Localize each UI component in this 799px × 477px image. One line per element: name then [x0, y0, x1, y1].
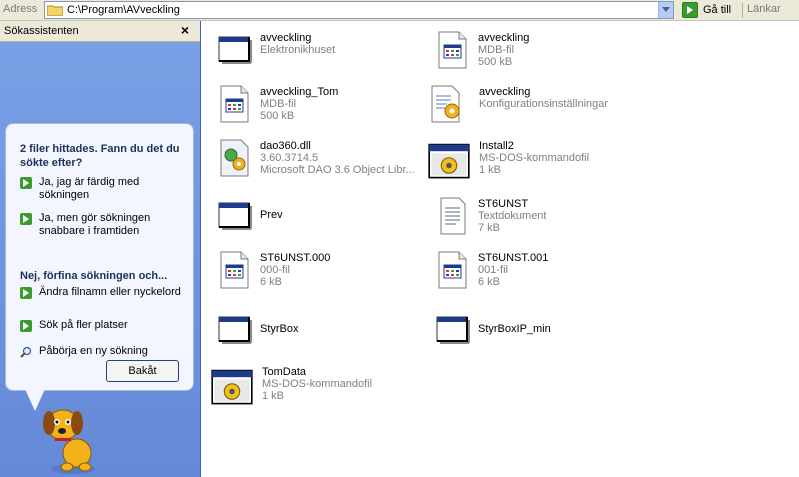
file-detail: 6 kB	[260, 276, 283, 288]
folder-icon	[47, 5, 63, 16]
file-type: MDB-fil	[260, 98, 297, 110]
batch-file-icon	[208, 364, 256, 408]
file-name: Install2	[479, 140, 514, 152]
option-faster[interactable]: Ja, men gör sökningen snabbare i framtid…	[20, 212, 185, 240]
option-label: Påbörja en ny sökning	[39, 345, 148, 357]
file-item[interactable]: StyrBox	[214, 310, 419, 358]
option-label: Sök på fler platser	[39, 319, 128, 331]
chevron-down-icon	[662, 7, 670, 12]
file-name: ST6UNST.001	[478, 252, 549, 264]
address-path: C:\Program\AVveckling	[67, 4, 180, 16]
address-bar: Adress C:\Program\AVveckling Gå till Län…	[0, 0, 799, 21]
file-name: StyrBoxIP_min	[478, 323, 551, 335]
file-detail: Microsoft DAO 3.6 Object Libr...	[260, 164, 415, 176]
option-new-search[interactable]: Påbörja en ny sökning	[20, 345, 185, 359]
file-type: 001-fil	[478, 264, 508, 276]
file-name: avveckling_Tom	[260, 86, 339, 98]
file-detail: 500 kB	[478, 56, 513, 68]
address-input[interactable]: C:\Program\AVveckling	[44, 1, 674, 19]
file-type: MDB-fil	[478, 44, 515, 56]
option-finished[interactable]: Ja, jag är färdig med sökningen	[20, 176, 185, 204]
text-file-icon	[432, 196, 472, 236]
file-name: avveckling	[478, 32, 530, 44]
file-detail: 7 kB	[478, 222, 501, 234]
generic-file-icon	[214, 250, 254, 290]
batch-file-icon	[425, 138, 473, 182]
file-type: Konfigurationsinställningar	[479, 98, 609, 110]
shortcut-window-icon	[214, 310, 254, 350]
generic-file-icon	[432, 250, 472, 290]
green-arrow-icon	[20, 287, 32, 299]
file-name: StyrBox	[260, 323, 299, 335]
mdb-file-icon	[432, 30, 472, 70]
file-type: MS-DOS-kommandofil	[479, 152, 590, 164]
option-label: Ja, jag är färdig med sökningen	[39, 176, 140, 201]
file-detail: 6 kB	[478, 276, 501, 288]
file-detail: 1 kB	[479, 164, 502, 176]
file-type: 000-fil	[260, 264, 290, 276]
file-item[interactable]: avveckling_Tom MDB-fil 500 kB	[214, 84, 419, 132]
magnifier-icon	[20, 346, 32, 358]
config-file-icon	[425, 84, 465, 124]
address-dropdown-button[interactable]	[658, 2, 673, 18]
file-name: ST6UNST.000	[260, 252, 331, 264]
file-item[interactable]: dao360.dll 3.60.3714.5 Microsoft DAO 3.6 O…	[214, 138, 419, 186]
toolbar-separator	[742, 3, 743, 18]
file-type: MS-DOS-kommandofil	[262, 378, 373, 390]
shortcut-window-icon	[214, 30, 254, 70]
file-name: avveckling	[260, 32, 312, 44]
go-arrow-icon	[682, 2, 698, 18]
file-item[interactable]: ST6UNST.000 000-fil 6 kB	[214, 250, 419, 298]
mdb-file-icon	[214, 84, 254, 124]
option-change-filename-row[interactable]: Ändra filnamn eller nyckelord	[20, 286, 185, 314]
file-item[interactable]: avveckling MDB-fil 500 kB	[432, 30, 637, 78]
goto-button[interactable]: Gå till	[681, 1, 739, 19]
file-item[interactable]: avveckling Konfigurationsinställningar	[425, 84, 630, 132]
file-item[interactable]: StyrBoxIP_min	[432, 310, 637, 358]
goto-label: Gå till	[703, 4, 732, 16]
file-type: 3.60.3714.5	[260, 152, 319, 164]
file-name: dao360.dll	[260, 140, 311, 152]
file-type: Textdokument	[478, 210, 547, 222]
back-button[interactable]: Bakåt	[106, 360, 179, 382]
search-dog-icon[interactable]	[33, 401, 113, 477]
close-icon[interactable]: ×	[178, 22, 192, 38]
file-type: Elektronikhuset	[260, 44, 336, 56]
shortcut-window-icon	[432, 310, 472, 350]
file-item[interactable]: Prev	[214, 196, 419, 244]
file-item[interactable]: ST6UNST Textdokument 7 kB	[432, 196, 637, 244]
option-more-places[interactable]: Sök på fler platser	[20, 319, 185, 333]
green-arrow-icon	[20, 177, 32, 189]
file-name: ST6UNST	[478, 198, 529, 210]
green-arrow-icon	[20, 320, 32, 332]
file-name: Prev	[260, 209, 283, 221]
file-detail: 500 kB	[260, 110, 295, 122]
file-detail: 1 kB	[262, 390, 285, 402]
option-label: Ja, men gör sökningen snabbare i framtid…	[39, 212, 151, 237]
option-label: Ändra filnamn eller nyckelord	[39, 286, 181, 298]
dll-file-icon	[214, 138, 254, 178]
file-item[interactable]: ST6UNST.001 001-fil 6 kB	[432, 250, 637, 298]
result-question: 2 filer hittades. Fann du det du sökte e…	[20, 143, 180, 169]
file-name: avveckling	[479, 86, 531, 98]
file-item[interactable]: avveckling Elektronikhuset	[214, 30, 419, 78]
file-name: TomData	[262, 366, 307, 378]
green-arrow-icon	[20, 213, 32, 225]
pane-title: Sökassistenten	[4, 25, 79, 37]
address-label: Adress	[3, 3, 38, 15]
file-item[interactable]: TomData MS-DOS-kommandofil 1 kB	[208, 364, 413, 412]
search-bubble: 2 filer hittades. Fann du det du sökte e…	[5, 123, 194, 391]
search-assistant-pane: Sökassistenten × 2 filer hittades. Fann …	[0, 21, 201, 477]
links-button[interactable]: Länkar	[747, 3, 781, 15]
pane-header: Sökassistenten ×	[0, 21, 200, 42]
shortcut-window-icon	[214, 196, 254, 236]
file-item[interactable]: Install2 MS-DOS-kommandofil 1 kB	[425, 138, 630, 186]
